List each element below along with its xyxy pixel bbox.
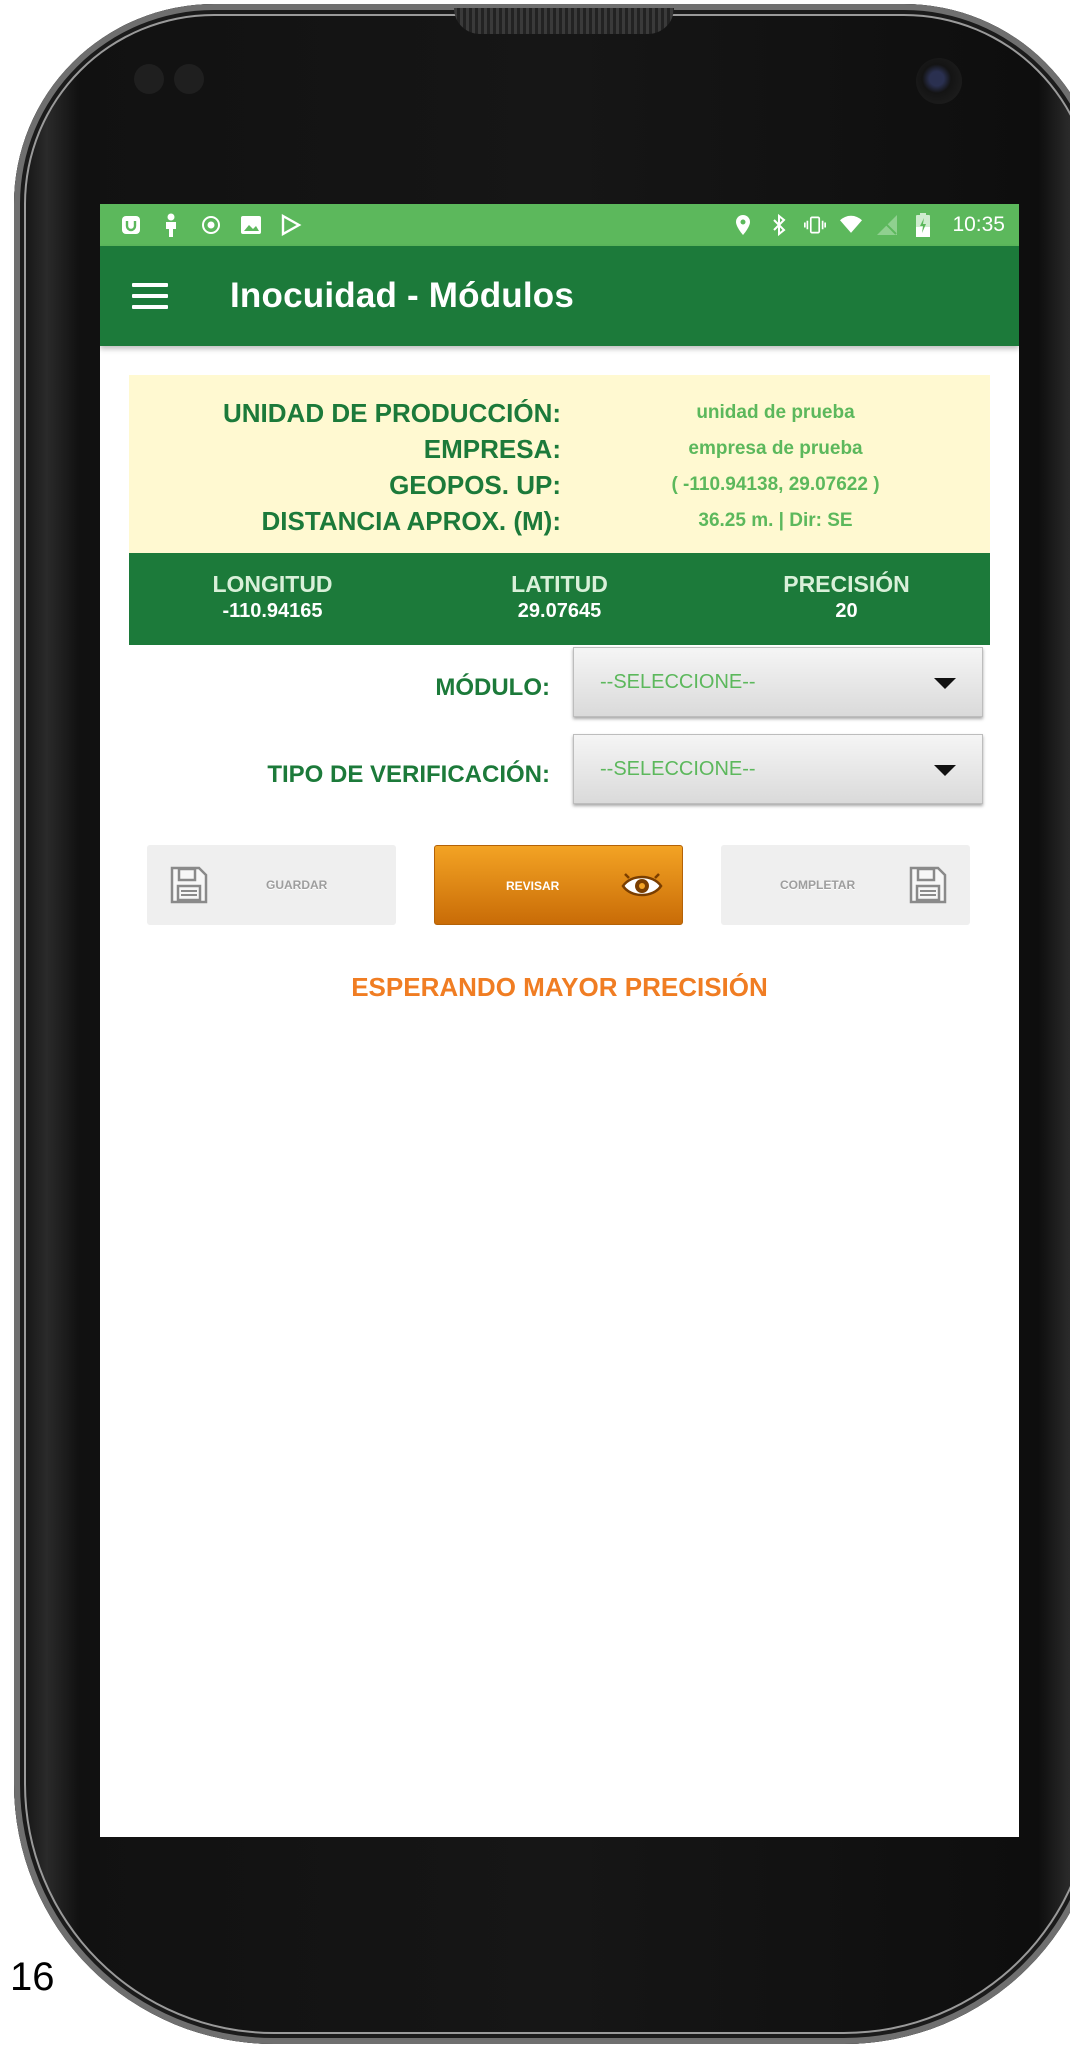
latitud-value: 29.07645	[517, 600, 602, 622]
precision-value: 20	[835, 600, 858, 622]
modulo-select[interactable]: --SELECCIONE--	[573, 647, 983, 717]
vibrate-icon	[804, 214, 827, 236]
unidad-label: UNIDAD DE PRODUCCIÓN:	[223, 398, 561, 428]
record-icon	[200, 214, 222, 236]
geopos-label: GEOPOS. UP:	[389, 470, 561, 500]
proximity-sensor	[134, 64, 164, 94]
longitud-value: -110.94165	[222, 600, 323, 622]
save-icon	[169, 865, 209, 908]
caret-down-icon	[934, 678, 956, 689]
play-store-icon	[280, 214, 302, 236]
info-row-distancia: DISTANCIA APROX. (M): 36.25 m. | Dir: SE	[129, 503, 990, 539]
modulo-select-value: --SELECCIONE--	[600, 671, 756, 693]
image-icon	[240, 214, 262, 236]
production-unit-info: UNIDAD DE PRODUCCIÓN: unidad de prueba E…	[129, 375, 990, 553]
tipo-verificacion-select-value: --SELECCIONE--	[600, 758, 756, 780]
battery-charging-icon	[912, 213, 934, 237]
latitud-label: LATITUD	[511, 571, 608, 597]
modulo-row: MÓDULO: --SELECCIONE--	[100, 647, 1019, 719]
tipo-verificacion-label: TIPO DE VERIFICACIÓN:	[267, 761, 550, 788]
revisar-label: REVISAR	[506, 879, 560, 893]
precision-label: PRECISIÓN	[783, 571, 910, 597]
person-icon	[160, 213, 182, 237]
status-bar: 10:35	[100, 204, 1019, 246]
caret-down-icon	[934, 765, 956, 776]
save-icon	[908, 865, 948, 908]
geopos-value: ( -110.94138, 29.07622 )	[671, 474, 880, 495]
precision-column: PRECISIÓN 20	[703, 553, 990, 645]
info-row-unidad: UNIDAD DE PRODUCCIÓN: unidad de prueba	[129, 395, 990, 431]
gps-readout: LONGITUD -110.94165 LATITUD 29.07645 PRE…	[129, 553, 990, 645]
distancia-label: DISTANCIA APROX. (M):	[261, 506, 561, 536]
clock: 10:35	[952, 213, 1005, 236]
status-message: ESPERANDO MAYOR PRECISIÓN	[351, 972, 768, 1002]
empresa-value: empresa de prueba	[688, 438, 863, 459]
unidad-value: unidad de prueba	[696, 402, 855, 423]
empresa-label: EMPRESA:	[423, 434, 561, 464]
modulo-label: MÓDULO:	[435, 674, 550, 701]
revisar-button[interactable]: REVISAR	[434, 845, 683, 925]
device-screen: 10:35 Inocuidad - Módulos UNIDAD DE PROD…	[100, 204, 1019, 1837]
info-row-empresa: EMPRESA: empresa de prueba	[129, 431, 990, 467]
wifi-icon	[840, 214, 863, 236]
completar-button[interactable]: COMPLETAR	[721, 845, 970, 925]
tipo-verificacion-row: TIPO DE VERIFICACIÓN: --SELECCIONE--	[100, 734, 1019, 806]
guardar-button[interactable]: GUARDAR	[147, 845, 396, 925]
speaker-grille	[454, 8, 674, 34]
longitud-label: LONGITUD	[212, 571, 333, 597]
no-signal-icon	[876, 214, 898, 236]
info-row-geopos: GEOPOS. UP: ( -110.94138, 29.07622 )	[129, 467, 990, 503]
distancia-value: 36.25 m. | Dir: SE	[698, 510, 853, 531]
front-camera	[916, 58, 962, 104]
completar-label: COMPLETAR	[780, 878, 856, 892]
location-icon	[732, 214, 754, 236]
latitud-column: LATITUD 29.07645	[416, 553, 703, 645]
bluetooth-icon	[768, 213, 790, 237]
tipo-verificacion-select[interactable]: --SELECCIONE--	[573, 734, 983, 804]
guardar-label: GUARDAR	[266, 878, 328, 892]
eye-icon	[621, 870, 663, 905]
notification-app-icon	[120, 214, 142, 236]
menu-icon[interactable]	[132, 283, 168, 309]
page-number: 16	[10, 1955, 55, 1999]
app-bar: Inocuidad - Módulos	[100, 246, 1019, 346]
page-title: Inocuidad - Módulos	[230, 276, 575, 315]
longitud-column: LONGITUD -110.94165	[129, 553, 416, 645]
